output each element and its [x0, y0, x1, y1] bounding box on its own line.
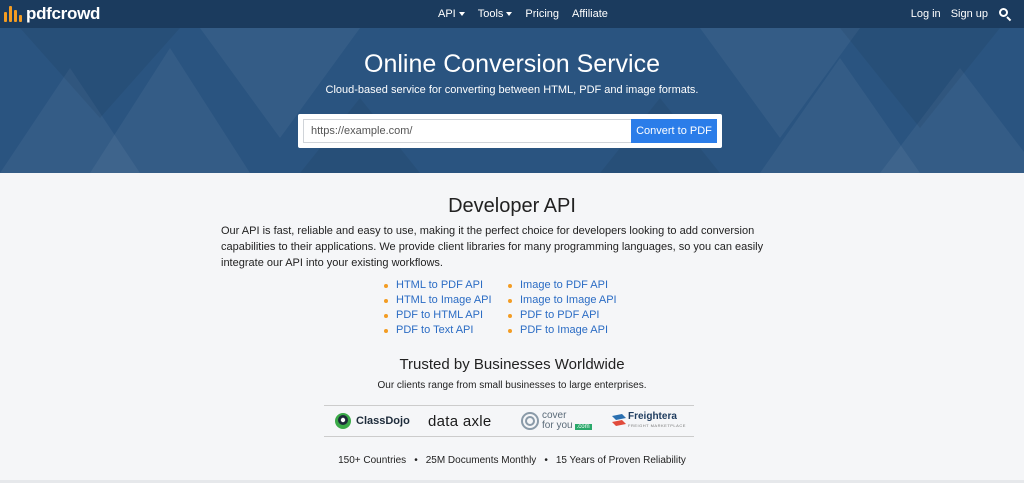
coverforyou-logo: cover for you .com [520, 406, 592, 436]
client-logos: ClassDojo data axle cover for you .com Fr… [324, 405, 694, 437]
login-link[interactable]: Log in [911, 8, 941, 20]
top-navbar: pdfcrowd API Tools Pricing Affiliate Log… [0, 0, 1024, 28]
developer-api-description: Our API is fast, reliable and easy to us… [221, 225, 764, 269]
api-link-pdf-to-text[interactable]: PDF to Text API [384, 323, 492, 338]
brand-name: pdfcrowd [26, 4, 101, 23]
stat-countries: 150+ Countries [338, 455, 407, 466]
classdojo-monster-icon [335, 413, 351, 429]
hero-subtitle: Cloud-based service for converting betwe… [325, 84, 699, 96]
convert-form: Convert to PDF [298, 114, 722, 148]
signup-link[interactable]: Sign up [951, 8, 988, 20]
coverforyou-badge: .com [574, 423, 592, 430]
chevron-down-icon [506, 12, 513, 16]
brand-logo[interactable]: pdfcrowd [4, 3, 100, 25]
nav-api-label: API [438, 8, 456, 20]
nav-pricing-link[interactable]: Pricing [525, 8, 559, 20]
trusted-subtitle: Our clients range from small businesses … [377, 380, 647, 391]
freightera-text: Freightera [628, 411, 677, 422]
hero-title: Online Conversion Service [364, 50, 660, 78]
api-link-html-to-image[interactable]: HTML to Image API [384, 293, 492, 308]
stats-line: 150+ Countries • 25M Documents Monthly • 15 … [0, 455, 1024, 466]
main-nav: API Tools Pricing Affiliate [438, 0, 608, 28]
dataaxle-text: data axle [428, 412, 492, 430]
dataaxle-logo: data axle [428, 406, 492, 436]
freightera-logo: Freightera FREIGHT MARKETPLACE [612, 406, 686, 436]
pdfcrowd-bars-icon [4, 6, 22, 22]
nav-account: Log in Sign up [911, 0, 1012, 28]
stat-documents: 25M Documents Monthly [425, 455, 537, 466]
stat-years: 15 Years of Proven Reliability [555, 455, 686, 466]
stat-separator: • [414, 455, 418, 466]
classdojo-logo: ClassDojo [334, 406, 410, 436]
nav-tools-dropdown[interactable]: Tools [478, 8, 513, 20]
api-links-left: HTML to PDF API HTML to Image API PDF to… [384, 278, 492, 338]
convert-to-pdf-button[interactable]: Convert to PDF [631, 119, 717, 143]
freightera-flag-icon [612, 414, 626, 426]
stat-separator: • [544, 455, 548, 466]
api-link-pdf-to-pdf[interactable]: PDF to PDF API [508, 308, 617, 323]
nav-api-dropdown[interactable]: API [438, 8, 465, 20]
trusted-heading: Trusted by Businesses Worldwide [399, 356, 625, 373]
api-link-image-to-pdf[interactable]: Image to PDF API [508, 278, 617, 293]
api-link-html-to-pdf[interactable]: HTML to PDF API [384, 278, 492, 293]
classdojo-text: ClassDojo [356, 415, 410, 427]
api-links-right: Image to PDF API Image to Image API PDF … [508, 278, 617, 338]
freightera-tagline: FREIGHT MARKETPLACE [628, 423, 686, 428]
hero-banner: Online Conversion Service Cloud-based se… [0, 28, 1024, 173]
api-link-image-to-image[interactable]: Image to Image API [508, 293, 617, 308]
search-icon[interactable] [998, 7, 1012, 22]
nav-affiliate-link[interactable]: Affiliate [572, 8, 608, 20]
nav-tools-label: Tools [477, 8, 504, 20]
api-link-pdf-to-html[interactable]: PDF to HTML API [384, 308, 492, 323]
developer-api-heading: Developer API [448, 195, 576, 217]
api-link-pdf-to-image[interactable]: PDF to Image API [508, 323, 617, 338]
chevron-down-icon [458, 12, 465, 16]
coverforyou-spiral-icon [521, 412, 539, 430]
url-input[interactable] [303, 119, 631, 143]
coverforyou-text-bottom: for you .com [542, 419, 592, 432]
coverforyou-text-bottom-label: for you [542, 419, 573, 431]
